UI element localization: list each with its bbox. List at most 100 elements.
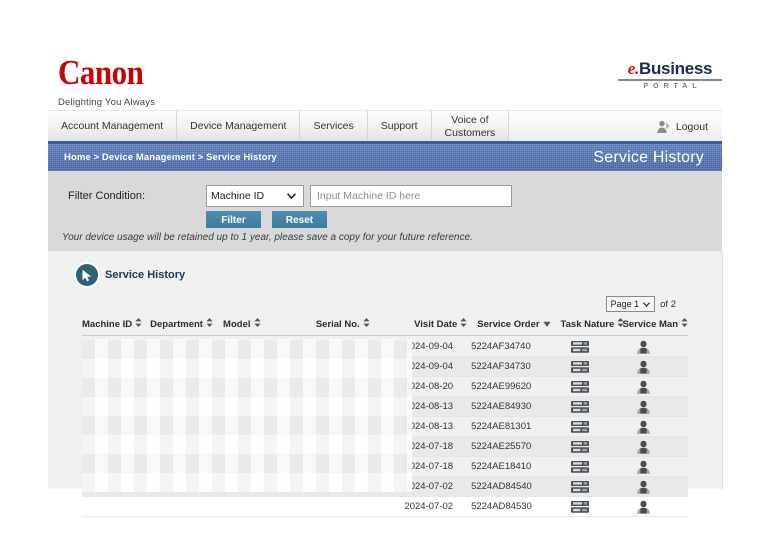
department-cell xyxy=(148,477,218,496)
printer-icon xyxy=(570,500,589,513)
ebusiness-portal-logo: e.Business PORTAL xyxy=(614,60,726,90)
nav-account-management[interactable]: Account Management xyxy=(48,111,178,142)
nav-support[interactable]: Support xyxy=(367,111,432,142)
canon-logo: Canon Delighting You Always xyxy=(58,55,258,108)
table-row[interactable]: 2024-08-13 5224AE84930 xyxy=(82,397,688,417)
model-cell xyxy=(218,357,307,376)
task-nature-cell xyxy=(551,337,614,356)
machine-id-cell xyxy=(82,437,148,456)
printer-icon xyxy=(570,420,589,433)
ebusiness-e: e. xyxy=(627,59,640,78)
filter-button[interactable]: Filter xyxy=(206,211,261,228)
sort-both-icon xyxy=(363,318,370,330)
col-task-nature[interactable]: Task Nature xyxy=(560,318,624,330)
department-cell xyxy=(148,497,218,516)
service-order-cell: 5224AF34740 xyxy=(471,341,531,352)
col-machine-id[interactable]: Machine ID xyxy=(82,318,150,330)
serial-no-cell xyxy=(307,457,380,476)
department-cell xyxy=(148,457,218,476)
machine-id-cell xyxy=(82,357,148,376)
page-select-value: Page 1 xyxy=(610,299,640,309)
printer-icon xyxy=(570,400,589,413)
task-nature-cell xyxy=(551,437,614,456)
page-select[interactable]: Page 1 xyxy=(605,296,656,312)
canon-tagline: Delighting You Always xyxy=(58,97,156,108)
title-bar: Home > Device Management > Service Histo… xyxy=(48,144,722,171)
pagination: Page 1 of 2 xyxy=(605,296,676,312)
service-man-cell xyxy=(614,357,688,376)
service-man-cell xyxy=(614,477,688,496)
sort-both-icon xyxy=(681,318,688,330)
service-man-cell xyxy=(614,397,688,416)
visit-date-cell: 2024-08-20 xyxy=(404,381,454,392)
task-nature-cell xyxy=(551,397,614,416)
filter-row: Filter Condition: Machine ID xyxy=(68,185,512,207)
service-man-cell xyxy=(614,457,688,476)
table-row[interactable]: 2024-07-18 5224AE18410 xyxy=(82,457,688,477)
logout-button[interactable]: Logout xyxy=(647,111,722,142)
table-row[interactable]: 2024-09-04 5224AF34730 xyxy=(82,357,688,377)
visit-date-cell: 2024-08-13 xyxy=(404,421,454,432)
col-model-label: Model xyxy=(223,318,251,330)
model-cell xyxy=(218,457,307,476)
visit-date-cell: 2024-09-04 xyxy=(404,341,454,352)
table-row[interactable]: 2024-07-02 5224AD84530 xyxy=(82,497,688,517)
printer-icon xyxy=(570,360,589,373)
canon-wordmark: Canon xyxy=(58,52,144,92)
nav-voice-of-customers[interactable]: Voice of Customers xyxy=(431,111,510,142)
reset-button[interactable]: Reset xyxy=(272,211,327,228)
filter-field-select[interactable]: Machine ID xyxy=(206,185,304,207)
model-cell xyxy=(218,417,307,436)
service-order-cell: 5224AD84540 xyxy=(471,481,532,492)
serial-no-cell xyxy=(307,497,380,516)
service-man-cell xyxy=(614,437,688,456)
nav-device-management[interactable]: Device Management xyxy=(177,111,301,142)
model-cell xyxy=(218,497,307,516)
table-row[interactable]: 2024-08-13 5224AE81301 xyxy=(82,417,688,437)
person-icon xyxy=(637,360,651,374)
col-visit-date[interactable]: Visit Date xyxy=(392,318,472,330)
serial-no-cell xyxy=(307,337,380,356)
col-visit-date-label: Visit Date xyxy=(414,318,458,330)
col-task-nature-label: Task Nature xyxy=(560,318,615,330)
filter-condition-label: Filter Condition: xyxy=(68,190,146,202)
table-body: 2024-09-04 5224AF34740 2024-09-04 5224AF347… xyxy=(82,337,688,517)
col-model[interactable]: Model xyxy=(223,318,316,330)
serial-no-cell xyxy=(307,397,380,416)
machine-id-cell xyxy=(82,377,148,396)
col-serial-no[interactable]: Serial No. xyxy=(316,318,392,330)
printer-icon xyxy=(570,440,589,453)
sort-both-icon xyxy=(460,318,467,330)
filter-field-select-wrap: Machine ID xyxy=(206,185,304,207)
section-header: Service History xyxy=(76,264,185,286)
department-cell xyxy=(148,417,218,436)
col-department-label: Department xyxy=(150,318,203,330)
table-row[interactable]: 2024-07-18 5224AE25570 xyxy=(82,437,688,457)
sort-both-icon xyxy=(206,318,213,330)
ebusiness-divider xyxy=(618,79,722,81)
filter-field-value: Machine ID xyxy=(211,190,265,202)
sort-both-icon xyxy=(135,318,142,330)
table-row[interactable]: 2024-07-02 5224AD84540 xyxy=(82,477,688,497)
table-row[interactable]: 2024-09-04 5224AF34740 xyxy=(82,337,688,357)
col-service-man[interactable]: Service Man xyxy=(623,318,688,330)
serial-no-cell xyxy=(307,477,380,496)
filter-value-input[interactable] xyxy=(310,185,512,207)
col-department[interactable]: Department xyxy=(150,318,223,330)
service-man-cell xyxy=(614,337,688,356)
page-root: Canon Delighting You Always e.Business P… xyxy=(0,0,770,540)
machine-id-cell xyxy=(82,457,148,476)
model-cell xyxy=(218,437,307,456)
breadcrumb[interactable]: Home > Device Management > Service Histo… xyxy=(48,152,277,163)
person-icon xyxy=(637,420,651,434)
department-cell xyxy=(148,377,218,396)
printer-icon xyxy=(570,480,589,493)
filter-buttons: Filter Reset xyxy=(206,211,327,228)
nav-services[interactable]: Services xyxy=(300,111,368,142)
col-service-order[interactable]: Service Order xyxy=(471,318,560,330)
col-serial-no-label: Serial No. xyxy=(315,318,360,330)
visit-date-cell: 2024-07-02 xyxy=(404,501,454,512)
person-icon xyxy=(637,440,651,454)
table-row[interactable]: 2024-08-20 5224AE99620 xyxy=(82,377,688,397)
department-cell xyxy=(148,397,218,416)
